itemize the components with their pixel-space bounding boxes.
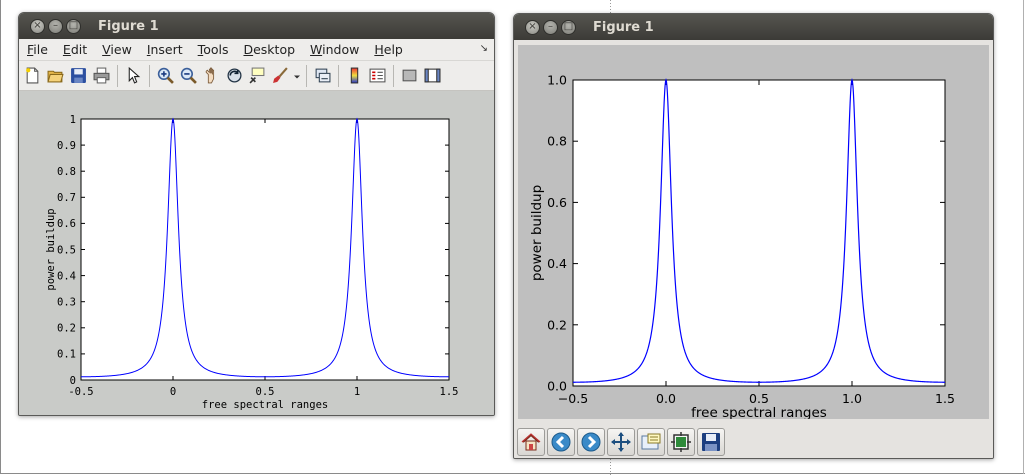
y-tick-label: 0.1 xyxy=(57,349,76,361)
pan-icon[interactable] xyxy=(607,427,635,456)
axes-box xyxy=(572,79,946,387)
menu-view[interactable]: View xyxy=(102,42,132,57)
show-plot-tools-icon[interactable] xyxy=(422,65,443,87)
edit-plot-icon[interactable] xyxy=(123,65,144,87)
close-icon[interactable]: × xyxy=(30,18,45,34)
insert-colorbar-icon[interactable] xyxy=(344,65,365,87)
brush-dropdown-icon[interactable] xyxy=(293,65,301,87)
maximize-icon[interactable]: □ xyxy=(561,19,576,35)
y-tick-label: 0.7 xyxy=(57,192,76,204)
matplotlib-figure-window: × – □ Figure 1 −0.5 0.0 0.5 1.0 1.5 0.0 0.2 0.4… xyxy=(513,13,994,459)
desktop-edge-right xyxy=(1023,0,1024,474)
x-tick-label: -0.5 xyxy=(68,386,93,398)
x-tick-label: 0.5 xyxy=(749,391,769,406)
figure-toolbar xyxy=(19,61,494,91)
y-tick-label: 0.2 xyxy=(547,317,567,332)
y-tick-label: 0.6 xyxy=(547,195,567,210)
window-title: Figure 1 xyxy=(593,19,654,35)
y-tick-label: 1.0 xyxy=(547,73,567,88)
toolbar-separator xyxy=(306,64,307,87)
link-plot-icon[interactable] xyxy=(312,65,333,87)
y-tick-label: 1 xyxy=(70,114,76,126)
y-tick-label: 0 xyxy=(70,375,76,387)
menu-tools[interactable]: Tools xyxy=(198,42,229,57)
maximize-icon[interactable]: □ xyxy=(66,18,81,34)
print-figure-icon[interactable] xyxy=(91,65,112,87)
matlab-figure-window: × – □ Figure 1 File Edit View Insert Tools De… xyxy=(18,12,495,416)
y-tick-label: 0.5 xyxy=(57,244,76,256)
window-title: Figure 1 xyxy=(98,18,159,34)
figure-canvas[interactable]: -0.5 0 0.5 1 1.5 0 0.1 0.2 0.3 0.4 0.5 0.6 0.7 0.8 0.9… xyxy=(19,95,494,415)
zoom-rect-icon[interactable] xyxy=(637,427,665,456)
navigation-toolbar xyxy=(514,425,993,458)
zoom-out-icon[interactable] xyxy=(178,65,199,87)
y-tick-label: 0.6 xyxy=(57,218,76,230)
close-icon[interactable]: × xyxy=(525,19,540,35)
insert-legend-icon[interactable] xyxy=(367,65,388,87)
subplots-config-icon[interactable] xyxy=(667,427,695,456)
forward-icon[interactable] xyxy=(577,427,605,456)
zoom-in-icon[interactable] xyxy=(155,65,176,87)
open-file-icon[interactable] xyxy=(45,65,66,87)
x-tick-label: 1.0 xyxy=(842,391,862,406)
matlab-plot[interactable]: -0.5 0 0.5 1 1.500.10.20.30.40.50.60.70.80.9… xyxy=(19,95,494,415)
matplotlib-plot[interactable]: −0.5 0.0 0.5 1.0 1.50.00.20.40.60.81.0free s… xyxy=(518,45,989,422)
x-tick-label: 0 xyxy=(170,386,176,398)
figure-canvas[interactable]: −0.5 0.0 0.5 1.0 1.5 0.0 0.2 0.4 0.6 0.8 1.0 free s… xyxy=(518,45,989,422)
y-tick-label: 0.8 xyxy=(547,134,567,149)
minimize-icon[interactable]: – xyxy=(48,18,63,34)
desktop-edge-bottom xyxy=(0,473,1025,474)
menu-file[interactable]: File xyxy=(27,42,48,57)
y-axis-label: power buildup xyxy=(529,185,545,281)
y-tick-label: 0.4 xyxy=(547,256,567,271)
brush-icon[interactable] xyxy=(270,65,291,87)
toolbar-separator xyxy=(393,64,394,87)
x-tick-label: 1.5 xyxy=(935,391,955,406)
menubar: File Edit View Insert Tools Desktop Window Help… xyxy=(19,39,494,61)
y-tick-label: 0.8 xyxy=(57,166,76,178)
menu-window[interactable]: Window xyxy=(310,42,359,57)
desktop-edge-left xyxy=(0,0,1,474)
y-tick-label: 0.9 xyxy=(57,140,76,152)
x-tick-label: 1.5 xyxy=(440,386,459,398)
hide-plot-tools-icon[interactable] xyxy=(399,65,420,87)
home-icon[interactable] xyxy=(517,427,545,456)
menu-edit[interactable]: Edit xyxy=(63,42,87,57)
y-tick-label: 0.2 xyxy=(57,323,76,335)
toolbar-separator xyxy=(338,64,339,87)
menu-help[interactable]: Help xyxy=(374,42,403,57)
x-tick-label: 0.5 xyxy=(256,386,275,398)
x-axis-label: free spectral ranges xyxy=(691,405,827,419)
y-tick-label: 0.4 xyxy=(57,270,76,282)
minimize-icon[interactable]: – xyxy=(543,19,558,35)
x-tick-label: 0.0 xyxy=(656,391,676,406)
menu-desktop[interactable]: Desktop xyxy=(243,42,295,57)
x-axis-label: free spectral ranges xyxy=(202,399,328,411)
y-tick-label: 0.0 xyxy=(547,379,567,394)
dock-arrow-icon[interactable]: ↘ xyxy=(480,43,488,54)
new-figure-icon[interactable] xyxy=(22,65,43,87)
x-tick-label: 1 xyxy=(354,386,360,398)
save-icon[interactable] xyxy=(697,427,725,456)
menu-insert[interactable]: Insert xyxy=(147,42,183,57)
pan-icon[interactable] xyxy=(201,65,222,87)
y-axis-label: power buildup xyxy=(45,208,57,290)
toolbar-separator xyxy=(117,64,118,87)
rotate-3d-icon[interactable] xyxy=(224,65,245,87)
axes-box xyxy=(80,118,450,381)
titlebar[interactable]: × – □ Figure 1 xyxy=(514,14,993,40)
data-cursor-icon[interactable] xyxy=(247,65,268,87)
back-icon[interactable] xyxy=(547,427,575,456)
save-figure-icon[interactable] xyxy=(68,65,89,87)
titlebar[interactable]: × – □ Figure 1 xyxy=(19,13,494,39)
toolbar-separator xyxy=(149,64,150,87)
y-tick-label: 0.3 xyxy=(57,296,76,308)
